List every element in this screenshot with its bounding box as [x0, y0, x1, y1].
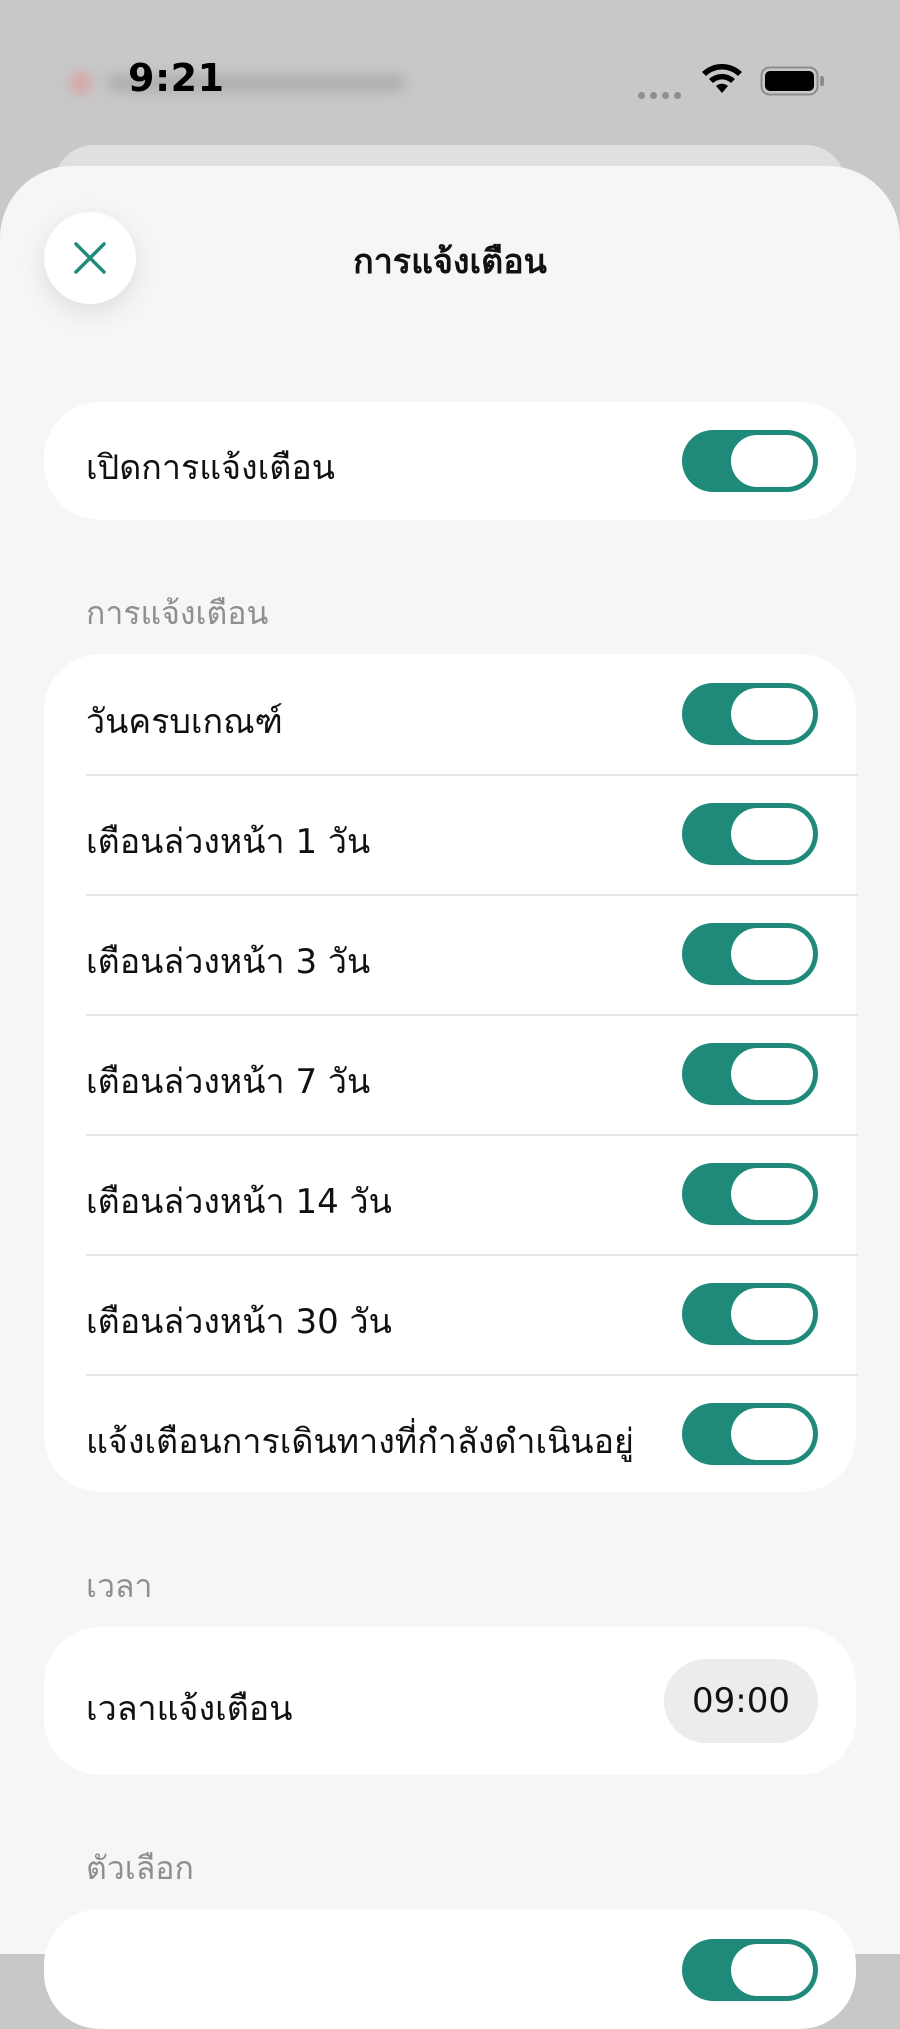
toggle-30-days[interactable]	[682, 1283, 818, 1345]
master-toggle-row: เปิดการแจ้งเตือน	[44, 402, 856, 520]
toggle-label-ongoing-trip: แจ้งเตือนการเดินทางที่กำลังดำเนินอยู่	[86, 1422, 634, 1462]
time-row: เวลาแจ้งเตือน 09:00	[44, 1627, 856, 1775]
list-item: เตือนล่วงหน้า 14 วัน	[44, 1134, 856, 1254]
list-item: แจ้งเตือนการเดินทางที่กำลังดำเนินอยู่	[44, 1374, 856, 1492]
toggle-3-days[interactable]	[682, 923, 818, 985]
toggle-1-day[interactable]	[682, 803, 818, 865]
notifications-card: วันครบเกณฑ์ เตือนล่วงหน้า 1 วัน เตือนล่ว…	[44, 654, 858, 1492]
list-item: เตือนล่วงหน้า 3 วัน	[44, 894, 856, 1014]
blurred-background-content	[60, 66, 420, 100]
master-toggle[interactable]	[682, 430, 818, 492]
toggle-option[interactable]	[682, 1939, 818, 2001]
section-header-time: เวลา	[86, 1567, 153, 1605]
time-card: เวลาแจ้งเตือน 09:00	[44, 1627, 856, 1775]
master-toggle-card: เปิดการแจ้งเตือน	[44, 402, 856, 520]
list-item: เตือนล่วงหน้า 30 วัน	[44, 1254, 856, 1374]
list-item: เตือนล่วงหน้า 1 วัน	[44, 774, 856, 894]
toggle-7-days[interactable]	[682, 1043, 818, 1105]
time-picker[interactable]: 09:00	[664, 1659, 818, 1743]
status-bar: 9:21	[0, 0, 900, 165]
section-header-options: ตัวเลือก	[86, 1849, 194, 1887]
toggle-label-30-days: เตือนล่วงหน้า 30 วัน	[86, 1302, 392, 1342]
toggle-label-14-days: เตือนล่วงหน้า 14 วัน	[86, 1182, 392, 1222]
toggle-label-1-day: เตือนล่วงหน้า 1 วัน	[86, 822, 371, 862]
toggle-14-days[interactable]	[682, 1163, 818, 1225]
list-item: เตือนล่วงหน้า 7 วัน	[44, 1014, 856, 1134]
cellular-dots-icon	[638, 84, 686, 99]
wifi-icon	[702, 64, 742, 93]
toggle-due-date[interactable]	[682, 683, 818, 745]
section-header-notifications: การแจ้งเตือน	[86, 594, 269, 632]
toggle-label-3-days: เตือนล่วงหน้า 3 วัน	[86, 942, 371, 982]
recording-dot-icon	[70, 72, 92, 94]
options-card	[44, 1909, 856, 2029]
toggle-ongoing-trip[interactable]	[682, 1403, 818, 1465]
list-item: วันครบเกณฑ์	[44, 654, 856, 774]
page-title: การแจ้งเตือน	[353, 242, 547, 282]
master-toggle-label: เปิดการแจ้งเตือน	[86, 448, 336, 488]
toggle-label-7-days: เตือนล่วงหน้า 7 วัน	[86, 1062, 371, 1102]
toggle-label-due-date: วันครบเกณฑ์	[86, 702, 283, 742]
status-time: 9:21	[128, 56, 225, 100]
time-label: เวลาแจ้งเตือน	[86, 1689, 293, 1729]
battery-icon	[760, 66, 824, 96]
